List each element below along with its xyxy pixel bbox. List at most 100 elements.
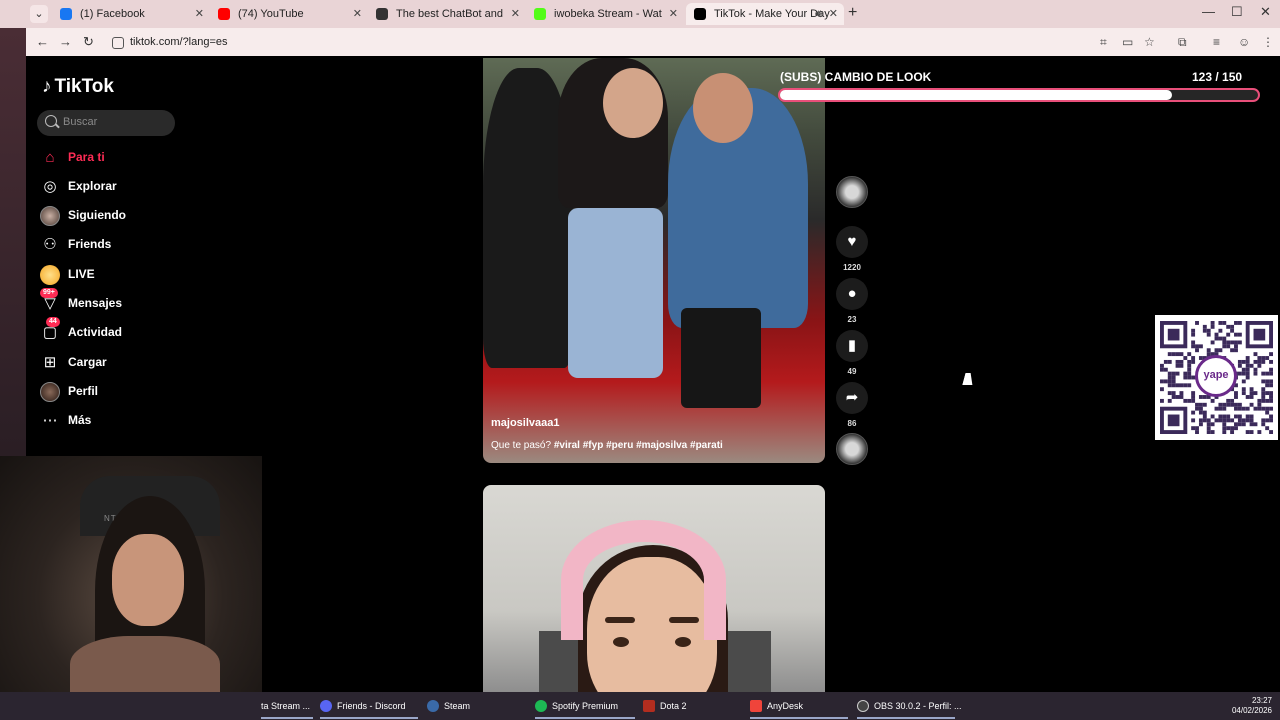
menu-icon[interactable]: ⋮ [1262,35,1274,49]
qr-module [1226,344,1231,349]
video-player-next[interactable] [483,485,825,695]
taskbar-item-discord[interactable]: Friends - Discord [320,692,418,720]
qr-module [1234,391,1238,396]
qr-module [1249,395,1254,399]
tab-search-button[interactable]: ⌄ [30,5,48,23]
tiktok-logo[interactable]: ♪ TikTok [42,76,114,98]
close-icon[interactable]: ✕ [829,3,838,25]
sidebar-item-mas[interactable]: ⋯ Más [40,411,190,431]
qr-module [1167,414,1180,427]
qr-module [1237,359,1242,364]
qr-module [1265,406,1270,411]
qr-module [1187,367,1192,372]
qr-module [1257,406,1262,411]
streamer-body [70,636,220,692]
more-icon: ⋯ [42,412,58,429]
facebook-icon [60,8,72,20]
qr-module [1237,422,1242,427]
close-icon[interactable]: ✕ [353,3,362,25]
sidebar-item-friends[interactable]: ⚇ Friends [40,235,190,255]
qr-module [1191,410,1196,415]
caption-hashtags[interactable]: #viral #fyp #peru #majosilva #parati [554,440,723,451]
qr-module [1269,379,1273,384]
github-icon [376,8,388,20]
address-toolbar: ← → ↻ tiktok.com/?lang=es ⌗ ▭ ☆ ⧉ ≡ ☺ ⋮ [26,28,1280,56]
back-button[interactable]: ← [36,34,49,49]
taskbar-item-spotify[interactable]: Spotify Premium [535,692,635,720]
save-button[interactable]: ▮ [836,330,868,362]
qr-module [1253,371,1258,376]
sidebar-item-para-ti[interactable]: ⌂ Para ti [40,148,190,168]
media-control-icon[interactable]: ≡ [1213,35,1220,49]
profile-icon[interactable]: ☺ [1238,35,1250,49]
speaker-icon[interactable]: 🔊︎ [815,3,822,25]
bookmark-star-icon[interactable]: ☆ [1144,35,1155,49]
tab-facebook[interactable]: (1) Facebook ✕ [52,3,210,25]
qr-module [1206,328,1211,333]
taskbar-item-stream[interactable]: ta Stream ... [261,692,313,720]
site-info-icon[interactable] [112,37,124,49]
qr-module [1222,426,1227,431]
qr-module [1253,328,1266,341]
taskbar-item-steam[interactable]: Steam [427,692,525,720]
tab-chatbot[interactable]: The best ChatBot and Widgets ✕ [368,3,526,25]
avatar-icon [40,206,60,226]
minimize-button[interactable]: — [1202,4,1215,19]
qr-module [1167,379,1172,384]
sidebar-item-cargar[interactable]: ⊞ Cargar [40,353,190,373]
tab-tiktok[interactable]: TikTok - Make Your Day 🔊︎ ✕ [686,3,844,25]
live-icon [40,265,60,285]
maximize-button[interactable]: ☐ [1231,4,1243,20]
qr-module [1206,418,1211,423]
close-icon[interactable]: ✕ [511,3,520,25]
video-player[interactable]: majosilvaaa1 Que te pasó? #viral #fyp #p… [483,58,825,463]
goal-progress-bar [778,88,1260,102]
address-bar[interactable]: tiktok.com/?lang=es [104,31,1184,53]
sidebar-item-mensajes[interactable]: ▽ 99+ Mensajes [40,288,190,314]
cast-icon[interactable]: ▭ [1122,35,1133,49]
video-caption: Que te pasó? #viral #fyp #peru #majosilv… [491,440,723,451]
video-username[interactable]: majosilvaaa1 [491,417,560,429]
new-tab-button[interactable]: + [848,4,857,22]
qr-module [1222,321,1227,325]
browser-tab-bar: ⌄ (1) Facebook ✕ (74) YouTube ✕ The best… [0,0,1280,28]
qr-module [1167,371,1172,376]
sidebar-item-explorar[interactable]: ◎ Explorar [40,177,190,197]
music-disc-avatar[interactable] [836,433,868,465]
search-icon [45,115,57,127]
qr-module [1230,402,1235,407]
qr-module [1202,324,1207,329]
qr-module [1187,398,1192,403]
close-icon[interactable]: ✕ [195,3,204,25]
like-button[interactable]: ♥ [836,226,868,258]
tab-youtube[interactable]: (74) YouTube ✕ [210,3,368,25]
close-window-button[interactable]: ✕ [1260,4,1271,20]
qr-module [1237,340,1242,345]
close-icon[interactable]: ✕ [669,3,678,25]
creator-avatar[interactable] [836,176,868,208]
qr-module [1226,340,1231,345]
taskbar-item-obs[interactable]: OBS 30.0.2 - Perfil: ... [857,692,962,720]
comment-button[interactable]: ● [836,278,868,310]
qr-module [1183,375,1188,380]
taskbar-item-anydesk[interactable]: AnyDesk [750,692,848,720]
translate-icon[interactable]: ⌗ [1100,35,1107,50]
qr-module [1191,359,1196,364]
sidebar-item-actividad[interactable]: ▢ 44 Actividad [40,317,190,343]
extensions-icon[interactable]: ⧉ [1178,35,1187,50]
sidebar-item-perfil[interactable]: Perfil [40,382,190,402]
qr-module [1245,356,1250,360]
sidebar-item-siguiendo[interactable]: Siguiendo [40,206,190,226]
qr-module [1167,391,1172,396]
search-placeholder: Buscar [63,116,98,128]
tab-kick-stream[interactable]: iwobeka Stream - Watch Live o ✕ [526,3,684,25]
reload-button[interactable]: ↻ [83,34,94,50]
sidebar-item-live[interactable]: LIVE [40,265,190,285]
url-text[interactable]: tiktok.com/?lang=es [130,36,228,48]
qr-module [1249,363,1254,368]
taskbar-clock[interactable]: 23:27 04/02/2026 [1232,696,1272,716]
share-button[interactable]: ➦ [836,382,868,414]
forward-button[interactable]: → [59,34,72,49]
taskbar-item-dota[interactable]: Dota 2 [643,692,741,720]
search-input[interactable]: Buscar [37,110,175,136]
